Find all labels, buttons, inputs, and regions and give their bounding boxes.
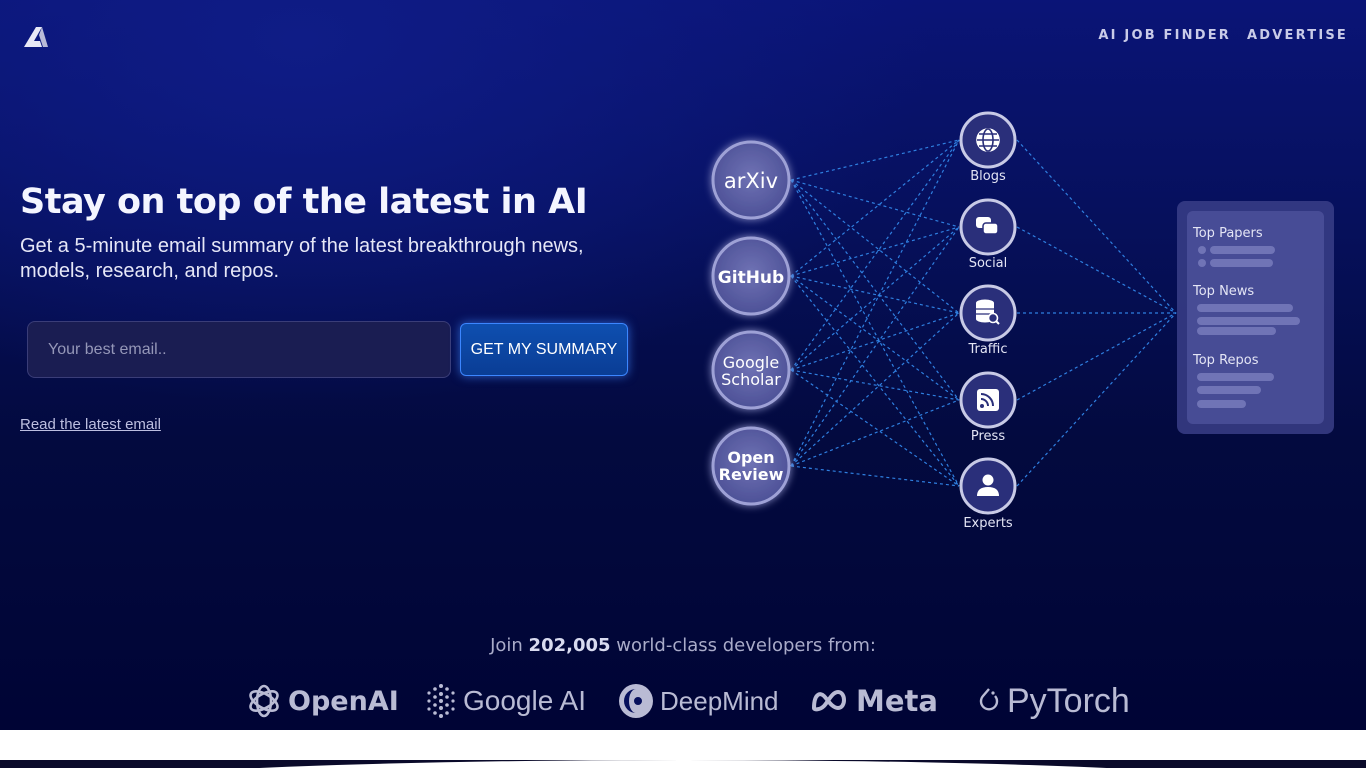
connection-line [790, 465, 960, 487]
partner-google-ai: Google AI [425, 676, 586, 726]
channel-node-press: Press [959, 371, 1017, 444]
connection-line [790, 179, 960, 228]
source-label: arXiv [724, 169, 778, 193]
social-proof-suffix: world-class developers from: [616, 635, 876, 656]
site-logo-icon[interactable] [22, 25, 50, 49]
partner-name: PyTorch [1007, 681, 1130, 720]
source-node-open-review: Open Review [711, 426, 791, 506]
top-nav: AI JOB FINDER ADVERTISE [1098, 28, 1348, 43]
channel-label: Press [971, 429, 1005, 444]
source-node-arxiv: arXiv [711, 140, 791, 220]
subhead: Get a 5-minute email summary of the late… [20, 235, 584, 282]
partner-name: DeepMind [660, 685, 779, 716]
google-ai-dots-icon [427, 684, 455, 718]
partner-name: OpenAI [288, 685, 399, 717]
summary-section-title: Top Repos [1192, 353, 1259, 368]
connection-line [790, 226, 960, 277]
connection-line [790, 179, 960, 487]
channel-label: Blogs [970, 169, 1006, 184]
summary-card: Top Papers Top News Top Repos [1177, 201, 1334, 434]
sources-diagram: arXiv GitHub GoogleScholar OpenReview [711, 111, 1334, 531]
partner-meta: Meta [810, 676, 938, 726]
partner-deepmind: DeepMind [618, 676, 779, 726]
source-node-google-scholar: Google Scholar [711, 330, 791, 410]
partner-logos: OpenAI Google AI DeepMind Meta PyTorch [0, 676, 1366, 726]
connection-line [790, 179, 960, 401]
summary-section-title: Top News [1192, 284, 1254, 299]
source-nodes: arXiv GitHub Google Scholar Open Review [711, 140, 791, 506]
deepmind-logo-icon [619, 684, 653, 718]
channel-nodes: Blogs Social Traffic Press Experts [959, 111, 1017, 531]
get-summary-button[interactable]: GET MY SUMMARY [460, 323, 628, 376]
developer-count: 202,005 [528, 635, 611, 656]
connection-line [790, 226, 960, 467]
openai-logo-icon [249, 684, 279, 718]
connection-line [1016, 226, 1177, 314]
pytorch-flame-icon [979, 688, 999, 711]
hero-section: AI JOB FINDER ADVERTISE Stay on top of t… [0, 0, 1366, 730]
rss-icon [977, 389, 999, 411]
section-divider [0, 730, 1366, 760]
social-proof: Join 202,005 world-class developers from… [0, 635, 1366, 656]
connection-line [790, 226, 960, 371]
channel-node-experts: Experts [959, 457, 1017, 531]
email-input[interactable] [27, 321, 451, 378]
partner-name: Google AI [463, 685, 586, 716]
nav-ai-job-finder[interactable]: AI JOB FINDER [1098, 28, 1231, 43]
source-label: GitHub [718, 268, 784, 288]
connection-line [790, 139, 960, 467]
channel-node-social: Social [959, 198, 1017, 271]
partner-openai: OpenAI [246, 676, 399, 726]
connection-line [1016, 312, 1177, 401]
summary-section-title: Top Papers [1192, 226, 1263, 241]
headline: Stay on top of the latest in AI [20, 182, 588, 222]
next-section-edge [0, 760, 1366, 768]
channel-node-blogs: Blogs [959, 111, 1017, 184]
connection-line [1016, 139, 1177, 314]
source-node-github: GitHub [711, 236, 791, 316]
channel-node-traffic: Traffic [959, 284, 1017, 357]
connection-line [790, 399, 960, 467]
social-proof-prefix: Join [490, 635, 523, 656]
read-latest-email-link[interactable]: Read the latest email [20, 416, 161, 433]
connection-line [1016, 312, 1177, 487]
connection-line [790, 369, 960, 401]
partner-name: Meta [856, 684, 938, 718]
nav-advertise[interactable]: ADVERTISE [1247, 28, 1348, 43]
channel-label: Experts [963, 516, 1013, 531]
connection-line [790, 312, 960, 371]
channel-label: Traffic [967, 342, 1007, 357]
connection-line [790, 179, 960, 314]
source-label: Open Review [719, 448, 784, 484]
source-label: Google Scholar [721, 353, 781, 389]
channel-label: Social [969, 256, 1008, 271]
partner-pytorch: PyTorch [977, 676, 1130, 726]
globe-icon [976, 128, 1000, 152]
meta-infinity-icon [811, 689, 846, 712]
